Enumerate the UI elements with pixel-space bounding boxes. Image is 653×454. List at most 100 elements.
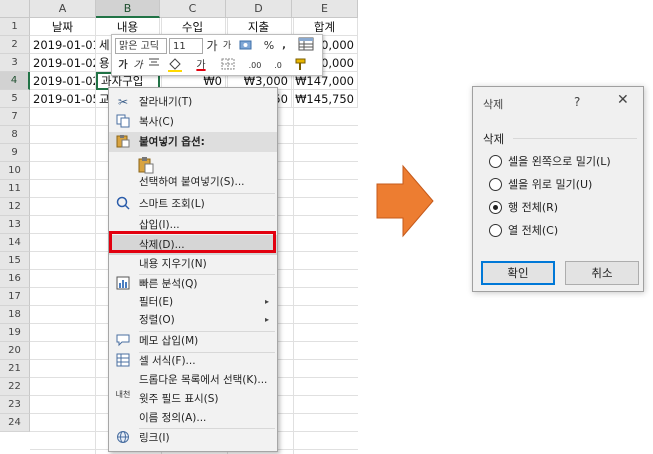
copy-icon (115, 114, 131, 130)
menu-item-paste-special[interactable]: 선택하여 붙여넣기(S)... (109, 172, 277, 192)
decrease-decimal-button[interactable]: .0 (268, 58, 288, 74)
row-header-active[interactable]: 4 (0, 72, 30, 90)
radio-button[interactable] (489, 224, 502, 237)
align-center-button[interactable] (147, 58, 161, 74)
column-header-c[interactable]: C (160, 0, 226, 18)
cell-e5[interactable]: ₩145,750 (292, 90, 358, 108)
radio-button[interactable] (489, 178, 502, 191)
mini-toolbar: 맑은 고딕 11 가 가 % , 가 가 가 .00 .0 (111, 34, 323, 76)
menu-item-phonetic-field[interactable]: 내천 윗주 필드 표시(S) (109, 389, 277, 409)
cell-a2[interactable]: 2019-01-01 (30, 36, 96, 54)
paint-bucket-icon (168, 58, 182, 72)
font-name-box[interactable]: 맑은 고딕 (115, 38, 167, 54)
group-label: 삭제 (483, 132, 505, 146)
menu-item-label: 정렬(O) (139, 314, 175, 326)
row-header[interactable]: 13 (0, 216, 30, 234)
row-header[interactable]: 20 (0, 342, 30, 360)
option-label: 열 전체(C) (508, 224, 559, 237)
cancel-button[interactable]: 취소 (565, 261, 639, 285)
quick-analysis-icon (115, 276, 131, 292)
menu-item-label: 필터(E) (139, 296, 174, 308)
help-button[interactable]: ? (574, 95, 580, 109)
row-header[interactable]: 3 (0, 54, 30, 72)
menu-item-filter[interactable]: 필터(E) ▸ (109, 292, 277, 312)
menu-item-pick-from-list[interactable]: 드롭다운 목록에서 선택(K)... (109, 370, 277, 390)
menu-item-link[interactable]: 링크(I) (109, 428, 277, 448)
column-header-e[interactable]: E (292, 0, 358, 18)
menu-item-cut[interactable]: ✂ 잘라내기(T) (109, 92, 277, 112)
increase-decimal-button[interactable]: .00 (244, 58, 266, 74)
menu-item-quick-analysis[interactable]: 빠른 분석(Q) (109, 274, 277, 294)
column-header-a[interactable]: A (30, 0, 96, 18)
row-header[interactable]: 18 (0, 306, 30, 324)
menu-item-format-cells[interactable]: 셀 서식(F)... (109, 351, 277, 371)
radio-button[interactable] (489, 155, 502, 168)
row-header[interactable]: 21 (0, 360, 30, 378)
row-header[interactable]: 16 (0, 270, 30, 288)
row-header[interactable]: 19 (0, 324, 30, 342)
row-header[interactable]: 8 (0, 126, 30, 144)
percent-style-button[interactable]: % (262, 38, 276, 54)
row-header[interactable]: 7 (0, 108, 30, 126)
menu-item-sort[interactable]: 정렬(O) ▸ (109, 310, 277, 330)
format-cells-icon (115, 353, 131, 369)
row-header[interactable]: 12 (0, 198, 30, 216)
row-header[interactable]: 11 (0, 180, 30, 198)
fill-color-button[interactable] (164, 58, 186, 74)
menu-item-label: 잘라내기(T) (139, 96, 193, 108)
option-entire-column[interactable]: 열 전체(C) (489, 222, 639, 240)
column-header-d[interactable]: D (226, 0, 292, 18)
menu-item-label: 이름 정의(A)... (139, 412, 207, 424)
format-table-button[interactable] (296, 37, 316, 53)
shrink-font-button[interactable]: 가 (220, 38, 234, 54)
submenu-arrow-icon: ▸ (264, 297, 269, 306)
right-arrow-icon (376, 164, 434, 238)
cell-a4[interactable]: 2019-01-02 (30, 72, 96, 90)
row-header[interactable]: 10 (0, 162, 30, 180)
arrow-shape (376, 164, 434, 238)
row-header[interactable]: 22 (0, 378, 30, 396)
format-painter-icon (295, 58, 306, 70)
format-painter-button[interactable] (292, 58, 310, 74)
menu-item-insert-comment[interactable]: 메모 삽입(M) (109, 331, 277, 351)
row-header[interactable]: 2 (0, 36, 30, 54)
bold-button[interactable]: 가 (117, 58, 129, 74)
row-header[interactable]: 5 (0, 90, 30, 108)
comment-icon (115, 333, 131, 349)
menu-item-smart-lookup[interactable]: 스마트 조회(L) (109, 194, 277, 214)
menu-item-clear-contents[interactable]: 내용 지우기(N) (109, 254, 277, 274)
menu-item-label: 스마트 조회(L) (139, 198, 205, 210)
row-header[interactable]: 9 (0, 144, 30, 162)
italic-button[interactable]: 가 (132, 58, 144, 74)
currency-icon (239, 40, 252, 50)
menu-item-label: 선택하여 붙여넣기(S)... (139, 176, 245, 188)
comma-style-button[interactable]: , (278, 38, 290, 54)
option-entire-row[interactable]: 행 전체(R) (489, 199, 639, 217)
radio-button-selected[interactable] (489, 201, 502, 214)
row-header[interactable]: 15 (0, 252, 30, 270)
option-shift-up[interactable]: 셀을 위로 밀기(U) (489, 176, 639, 194)
column-header-b[interactable]: B (96, 0, 160, 18)
borders-button[interactable] (218, 58, 238, 74)
table-icon (298, 37, 314, 51)
font-color-button[interactable]: 가 (190, 58, 212, 74)
accounting-format-button[interactable] (236, 38, 258, 54)
menu-item-copy[interactable]: 복사(C) (109, 112, 277, 132)
row-header[interactable]: 14 (0, 234, 30, 252)
cell-a5[interactable]: 2019-01-05 (30, 90, 96, 108)
row-header[interactable]: 24 (0, 414, 30, 432)
row-header[interactable]: 17 (0, 288, 30, 306)
select-all-corner[interactable] (0, 0, 30, 18)
cell-a1[interactable]: 날짜 (30, 18, 96, 36)
row-header[interactable]: 23 (0, 396, 30, 414)
row-header[interactable]: 1 (0, 18, 30, 36)
ok-button[interactable]: 확인 (481, 261, 555, 285)
option-shift-left[interactable]: 셀을 왼쪽으로 밀기(L) (489, 153, 639, 171)
grow-font-button[interactable]: 가 (205, 38, 219, 54)
cell-a3[interactable]: 2019-01-02 (30, 54, 96, 72)
font-size-box[interactable]: 11 (169, 38, 203, 54)
menu-item-define-name[interactable]: 이름 정의(A)... (109, 408, 277, 428)
smart-lookup-icon (115, 196, 131, 212)
delete-highlight-box (109, 231, 276, 253)
close-button[interactable]: ✕ (617, 93, 629, 107)
